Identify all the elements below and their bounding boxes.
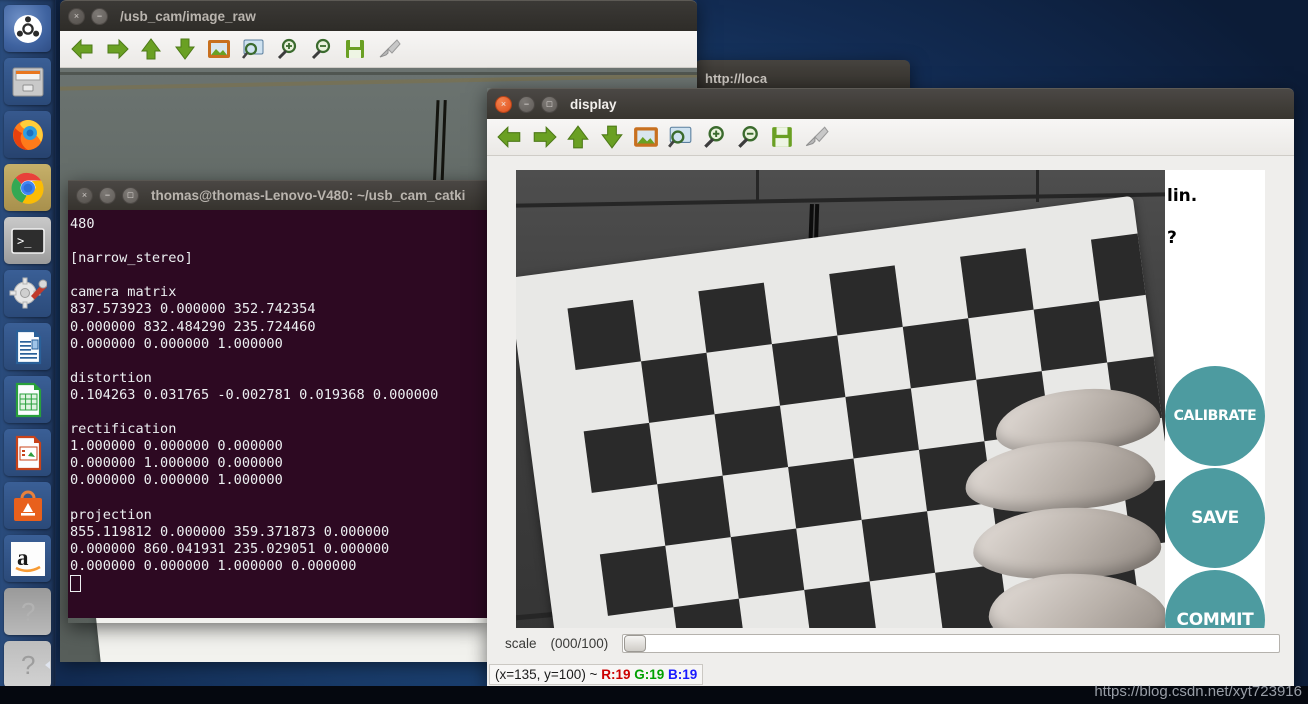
calibrate-button-label: CALIBRATE (1173, 408, 1257, 424)
pixel-red: R:19 (601, 666, 631, 682)
down-icon[interactable] (170, 34, 200, 64)
down-icon[interactable] (597, 122, 627, 152)
camera-scene (516, 170, 1165, 660)
close-icon[interactable]: × (76, 187, 93, 204)
pixel-info: (x=135, y=100) ~ R:19 G:19 B:19 (489, 663, 704, 685)
launcher-item-libreoffice-writer[interactable] (4, 323, 51, 370)
pixel-coords: (x=135, y=100) ~ (495, 666, 602, 682)
calibration-text-line-1: lin. (1167, 186, 1198, 206)
ubuntu-launcher: >_ a ? ? (0, 0, 56, 704)
scale-slider-handle[interactable] (624, 634, 647, 652)
scale-label: scale (505, 635, 537, 651)
launcher-item-ubuntu-dash[interactable] (4, 5, 51, 52)
launcher-item-help-1[interactable]: ? (4, 588, 51, 635)
save-icon[interactable] (340, 34, 370, 64)
image-raw-toolbar[interactable] (60, 31, 697, 68)
forward-icon[interactable] (102, 34, 132, 64)
commit-button-label: COMMIT (1176, 610, 1254, 630)
zoom-fit-icon[interactable] (665, 122, 695, 152)
terminal-icon: >_ (10, 227, 45, 254)
calibrate-button[interactable]: CALIBRATE (1165, 366, 1265, 466)
scale-row: scale (000/100) (487, 628, 1294, 658)
svg-text:?: ? (21, 597, 35, 627)
zoom-out-icon[interactable] (733, 122, 763, 152)
display-window[interactable]: × − □ display lin. ? CALIBRATE SAVE COMM… (487, 88, 1294, 690)
clear-icon[interactable] (801, 122, 831, 152)
calibration-camera-view[interactable] (516, 170, 1165, 660)
background-window-titlebar[interactable]: http://loca (695, 60, 910, 88)
amazon-icon: a (10, 541, 45, 576)
launcher-arrow-icon (45, 660, 50, 669)
launcher-item-help-2[interactable]: ? (4, 641, 51, 688)
save-button-label: SAVE (1191, 508, 1239, 528)
question-mark-icon: ? (21, 650, 35, 680)
display-toolbar[interactable] (487, 119, 1294, 156)
save-icon[interactable] (767, 122, 797, 152)
spreadsheet-icon (15, 382, 41, 417)
scale-value: (000/100) (550, 635, 609, 651)
up-icon[interactable] (563, 122, 593, 152)
image-icon[interactable] (204, 34, 234, 64)
forward-icon[interactable] (529, 122, 559, 152)
document-icon (15, 329, 41, 364)
display-titlebar[interactable]: × − □ display (487, 88, 1294, 119)
terminal-window[interactable]: × − □ thomas@thomas-Lenovo-V480: ~/usb_c… (68, 180, 488, 623)
minimize-icon[interactable]: − (91, 7, 108, 25)
firefox-icon (12, 119, 43, 150)
terminal-titlebar[interactable]: × − □ thomas@thomas-Lenovo-V480: ~/usb_c… (68, 180, 488, 210)
back-icon[interactable] (68, 34, 98, 64)
terminal-output[interactable]: 480 [narrow_stereo] camera matrix 837.57… (68, 210, 488, 618)
calibration-panel: lin. ? CALIBRATE SAVE COMMIT (1165, 170, 1265, 670)
terminal-window-title: thomas@thomas-Lenovo-V480: ~/usb_cam_cat… (151, 188, 466, 203)
close-icon[interactable]: × (68, 7, 85, 25)
screen-bottom-strip (0, 686, 1308, 704)
zoom-fit-icon[interactable] (238, 34, 268, 64)
svg-text:>_: >_ (17, 234, 32, 248)
terminal-cursor (70, 574, 81, 592)
zoom-in-icon[interactable] (699, 122, 729, 152)
zoom-in-icon[interactable] (272, 34, 302, 64)
pixel-blue: B:19 (668, 666, 698, 682)
display-body: lin. ? CALIBRATE SAVE COMMIT scale (000/… (487, 156, 1294, 690)
pixel-green: G:19 (634, 666, 665, 682)
launcher-item-chrome[interactable] (4, 164, 51, 211)
zoom-out-icon[interactable] (306, 34, 336, 64)
launcher-item-firefox[interactable] (4, 111, 51, 158)
launcher-item-amazon[interactable]: a (4, 535, 51, 582)
launcher-item-settings[interactable] (4, 270, 51, 317)
maximize-icon[interactable]: □ (122, 187, 139, 204)
launcher-item-files[interactable] (4, 58, 51, 105)
hand-holding-target (955, 381, 1165, 660)
up-icon[interactable] (136, 34, 166, 64)
minimize-icon[interactable]: − (99, 187, 116, 204)
gear-wrench-icon (9, 277, 47, 308)
clear-icon[interactable] (374, 34, 404, 64)
image-raw-titlebar[interactable]: × − /usb_cam/image_raw (60, 0, 697, 31)
scale-slider[interactable] (622, 633, 1280, 653)
calibration-text-line-2: ? (1167, 228, 1177, 248)
terminal-output-text: 480 [narrow_stereo] camera matrix 837.57… (70, 216, 439, 574)
svg-text:?: ? (21, 650, 35, 680)
ubuntu-logo-icon (13, 14, 42, 43)
svg-text:a: a (17, 545, 29, 570)
back-icon[interactable] (495, 122, 525, 152)
chrome-icon (11, 172, 44, 204)
software-bag-icon (13, 490, 42, 521)
launcher-item-libreoffice-impress[interactable] (4, 429, 51, 476)
presentation-icon (15, 435, 41, 470)
display-window-title: display (570, 96, 617, 112)
launcher-item-libreoffice-calc[interactable] (4, 376, 51, 423)
launcher-item-terminal[interactable]: >_ (4, 217, 51, 264)
launcher-item-ubuntu-software[interactable] (4, 482, 51, 529)
close-icon[interactable]: × (495, 95, 512, 113)
background-window-title: http://loca (705, 71, 768, 86)
question-mark-icon: ? (21, 597, 35, 627)
save-button[interactable]: SAVE (1165, 468, 1265, 568)
image-icon[interactable] (631, 122, 661, 152)
image-raw-window-title: /usb_cam/image_raw (120, 8, 256, 24)
minimize-icon[interactable]: − (518, 95, 535, 113)
maximize-icon[interactable]: □ (541, 95, 558, 113)
file-cabinet-icon (12, 67, 43, 96)
